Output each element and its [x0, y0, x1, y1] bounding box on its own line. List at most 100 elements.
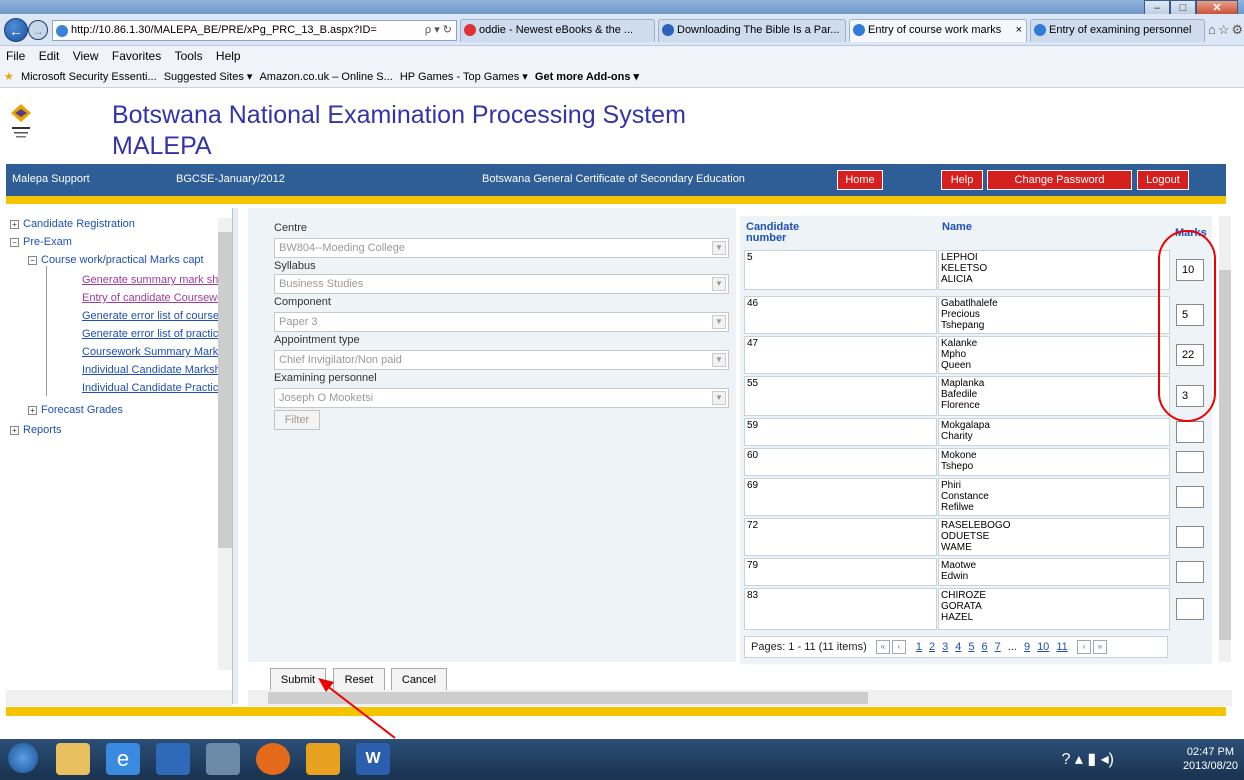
page-link[interactable]: 4 [955, 641, 961, 653]
appointment-select[interactable]: Chief Invigilator/Non paid ▼ [274, 350, 729, 370]
tab-oddie[interactable]: oddie - Newest eBooks & the ... [460, 19, 655, 42]
expand-icon[interactable]: + [10, 219, 19, 229]
marks-input[interactable] [1176, 421, 1204, 443]
collapse-icon[interactable]: − [28, 255, 37, 265]
last-page-icon[interactable]: » [1092, 640, 1107, 655]
page-link[interactable]: 9 [1024, 641, 1030, 653]
marks-input[interactable] [1176, 598, 1204, 620]
fav-addons[interactable]: Get more Add-ons ▾ [535, 71, 639, 83]
page-link[interactable]: 3 [942, 641, 948, 653]
outlook-icon[interactable] [306, 743, 340, 775]
examiner-label: Examining personnel [274, 372, 377, 384]
tab-close-icon[interactable]: × [1016, 20, 1022, 41]
name-line: Bafedile [941, 389, 978, 400]
tree-pre-exam[interactable]: − Pre-Exam [10, 236, 72, 248]
page-link[interactable]: 1 [916, 641, 922, 653]
tree-link-error-course[interactable]: Generate error list of course [82, 310, 219, 322]
marks-input[interactable] [1176, 561, 1204, 583]
tree-forecast-grades[interactable]: + Forecast Grades [28, 404, 123, 416]
logout-button[interactable]: Logout [1137, 170, 1189, 190]
menu-file[interactable]: File [6, 49, 25, 63]
tree-horizontal-scrollbar[interactable] [6, 690, 232, 706]
pane-splitter[interactable] [232, 208, 238, 704]
page-link[interactable]: 10 [1037, 641, 1049, 653]
chevron-down-icon[interactable]: ▼ [712, 277, 726, 291]
marks-input[interactable] [1176, 486, 1204, 508]
collapse-icon[interactable]: − [10, 237, 19, 247]
menu-help[interactable]: Help [216, 49, 241, 63]
first-page-icon[interactable]: « [875, 640, 890, 655]
fav-suggested[interactable]: Suggested Sites ▾ [164, 71, 253, 83]
name-line: LEPHOI [941, 252, 978, 263]
fav-amazon[interactable]: Amazon.co.uk – Online S... [259, 71, 392, 83]
component-select[interactable]: Paper 3 ▼ [274, 312, 729, 332]
forward-button[interactable]: → [28, 20, 48, 40]
tree-reports[interactable]: + Reports [10, 424, 62, 436]
candidate-name-cell: Mokgalapa Charity [938, 418, 1170, 446]
tab-bible[interactable]: Downloading The Bible Is a Par... [658, 19, 846, 42]
system-clock[interactable]: 02:47 PM 2013/08/20 [1183, 745, 1238, 773]
name-line: Mpho [941, 349, 967, 360]
page-link[interactable]: 11 [1056, 641, 1067, 653]
menu-favorites[interactable]: Favorites [112, 49, 161, 63]
tree-link-error-practical[interactable]: Generate error list of practica [82, 328, 224, 340]
syllabus-select[interactable]: Business Studies ▼ [274, 274, 729, 294]
fav-hp-games[interactable]: HP Games - Top Games ▾ [400, 71, 528, 83]
marks-input[interactable] [1176, 526, 1204, 548]
word-icon[interactable]: W [356, 743, 390, 775]
menu-edit[interactable]: Edit [39, 49, 60, 63]
marks-input[interactable] [1176, 451, 1204, 473]
tray-icons[interactable]: ? ▴ ▮ ◂) [1062, 749, 1114, 769]
tree-link-individual-mark[interactable]: Individual Candidate Markshe [82, 364, 227, 376]
tree-link-summary[interactable]: Generate summary mark she [82, 274, 224, 286]
expand-icon[interactable]: + [28, 405, 37, 415]
expand-icon[interactable]: + [10, 425, 19, 435]
chevron-down-icon[interactable]: ▼ [712, 391, 726, 405]
tree-candidate-registration[interactable]: + Candidate Registration [10, 218, 135, 230]
page-link[interactable]: 2 [929, 641, 935, 653]
chevron-down-icon[interactable]: ▼ [712, 241, 726, 255]
ie-icon[interactable]: e [106, 743, 140, 775]
grid-scroll-thumb[interactable] [1219, 270, 1231, 640]
favorites-star-icon[interactable]: ★ [4, 71, 14, 83]
tree-scroll-thumb[interactable] [218, 232, 232, 548]
tree-link-individual-practical[interactable]: Individual Candidate Practical [82, 382, 227, 394]
tab-course-work-marks[interactable]: Entry of course work marks × [849, 19, 1027, 42]
chevron-down-icon[interactable]: ▼ [712, 315, 726, 329]
page-link[interactable]: 6 [982, 641, 988, 653]
tree-link-coursework-summary[interactable]: Coursework Summary Marksh [82, 346, 230, 358]
start-button-icon[interactable] [8, 743, 38, 773]
pager: Pages: 1 - 11 (11 items) «‹ 1 2 3 4 5 6 7... 9 1… [744, 636, 1168, 658]
address-bar[interactable]: http://10.86.1.30/MALEPA_BE/PRE/xPg_PRC_… [52, 20, 457, 41]
chevron-down-icon[interactable]: ▼ [712, 353, 726, 367]
tree-link-entry[interactable]: Entry of candidate Coursewo [82, 292, 223, 304]
centre-select[interactable]: BW804--Moeding College ▼ [274, 238, 729, 258]
help-button[interactable]: Help [941, 170, 983, 190]
grid-rows: 5 LEPHOI KELETSO ALICIA 10 46 Gabatlhalefe Prec… [740, 216, 1212, 664]
examiner-select[interactable]: Joseph O Mooketsi ▼ [274, 388, 729, 408]
syllabus-label: Syllabus [274, 260, 316, 272]
page-link[interactable]: 7 [995, 641, 1001, 653]
candidate-number-cell: 5 [744, 250, 937, 290]
menu-tools[interactable]: Tools [175, 49, 203, 63]
app-icon[interactable] [206, 743, 240, 775]
candidate-number-cell: 83 [744, 588, 937, 630]
ie-page-icon [56, 25, 68, 37]
firefox-icon[interactable] [256, 743, 290, 775]
explorer-icon[interactable] [56, 743, 90, 775]
filter-button[interactable]: Filter [274, 410, 320, 430]
menu-view[interactable]: View [73, 49, 99, 63]
prev-page-icon[interactable]: ‹ [891, 640, 906, 655]
tree-course-work[interactable]: − Course work/practical Marks capt [28, 254, 204, 266]
back-button[interactable]: ← [4, 18, 28, 42]
home-button[interactable]: Home [837, 170, 883, 190]
change-password-button[interactable]: Change Password [987, 170, 1132, 190]
name-line: Kalanke [941, 338, 978, 349]
media-player-icon[interactable] [156, 743, 190, 775]
home-star-gear-icons[interactable]: ⌂☆⚙ [1208, 22, 1244, 38]
tab-examining-personnel[interactable]: Entry of examining personnel [1030, 19, 1205, 42]
next-page-icon[interactable]: › [1076, 640, 1091, 655]
fav-security[interactable]: Microsoft Security Essenti... [21, 71, 157, 83]
address-row: ← → http://10.86.1.30/MALEPA_BE/PRE/xPg_… [0, 14, 1244, 46]
page-link[interactable]: 5 [968, 641, 974, 653]
